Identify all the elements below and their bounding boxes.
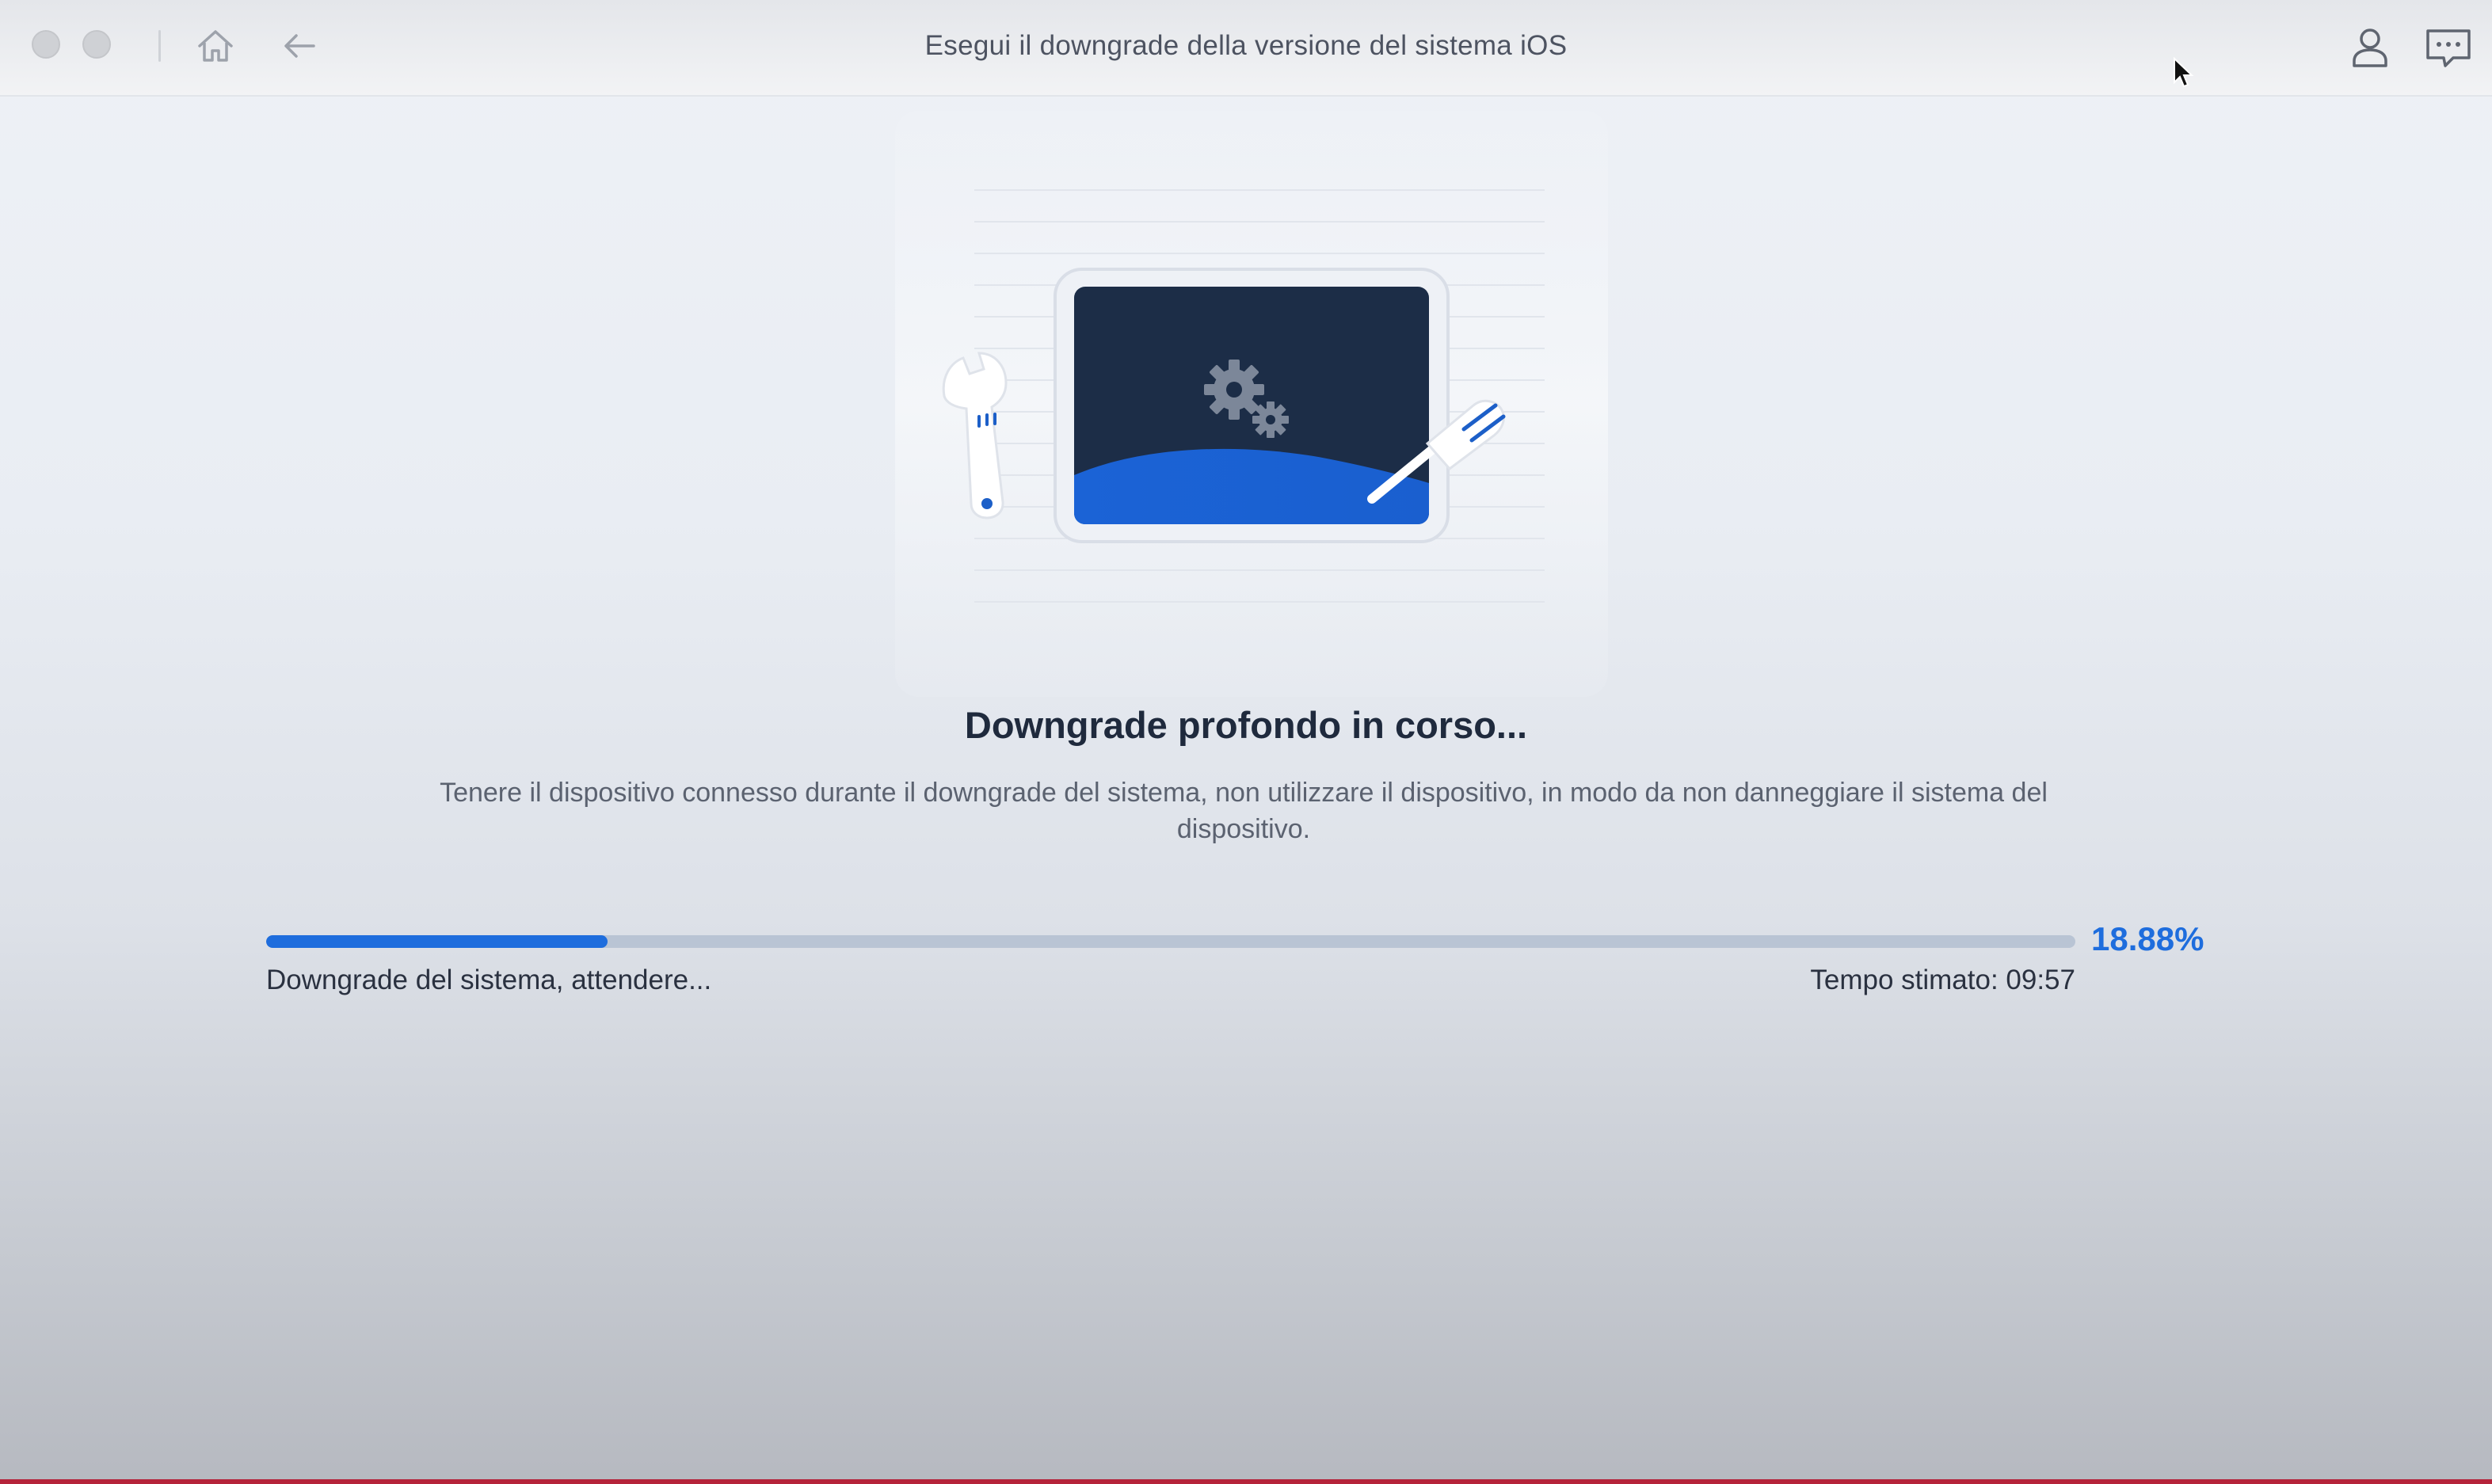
feedback-button[interactable] (2422, 24, 2475, 71)
progress-bar (266, 935, 2075, 948)
estimated-time: Tempo stimato: 09:57 (1810, 965, 2075, 996)
title-bar: Esegui il downgrade della versione del s… (0, 0, 2492, 97)
progress-bar-fill (266, 935, 608, 948)
feedback-icon (2426, 29, 2471, 67)
window-title: Esegui il downgrade della versione del s… (924, 30, 1568, 61)
repair-illustration (895, 111, 1608, 697)
estimated-time-label: Tempo stimato: (1810, 965, 1999, 995)
progress-description: Tenere il dispositivo connesso durante i… (440, 778, 2048, 844)
progress-headline: Downgrade profondo in corso... (964, 704, 1528, 746)
bottom-edge-strip (0, 1479, 2492, 1484)
account-icon (2353, 29, 2387, 67)
progress-percent: 18.88% (2091, 920, 2204, 957)
account-button[interactable] (2346, 24, 2394, 71)
progress-status-text: Downgrade del sistema, attendere... (266, 965, 712, 995)
mouse-cursor-icon (2174, 57, 2194, 88)
estimated-time-value: 09:57 (2006, 965, 2075, 995)
